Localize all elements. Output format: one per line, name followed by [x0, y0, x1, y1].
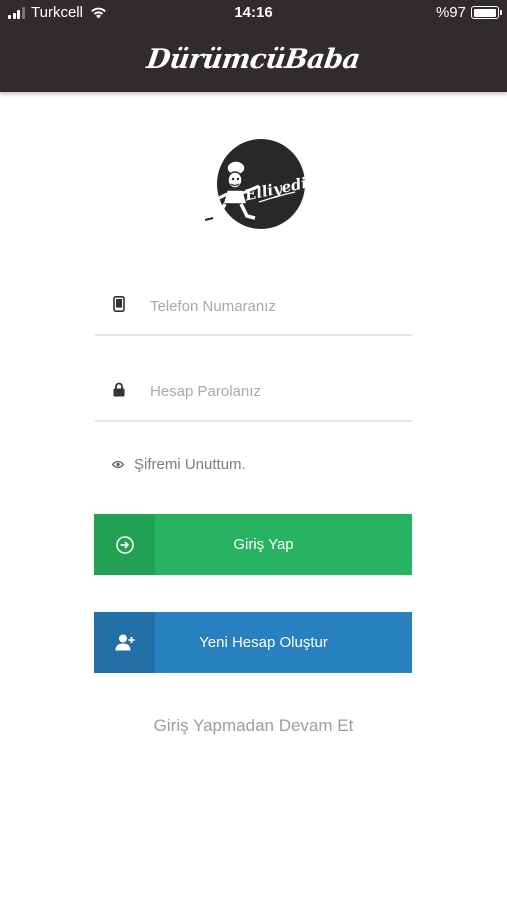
phone-underline [95, 334, 412, 336]
nav-bar: DürümcüBaba [0, 26, 507, 92]
status-bar: Turkcell 14:16 %97 [0, 0, 507, 26]
status-time: 14:16 [234, 4, 273, 21]
status-right: %97 [435, 4, 502, 21]
register-button-label: Yeni Hesap Oluştur [199, 634, 328, 651]
login-icon-box [94, 514, 155, 575]
brand-title: DürümcüBaba [144, 43, 363, 75]
forgot-password-link[interactable]: Şifremi Unuttum. [112, 456, 246, 473]
battery-percent: %97 [435, 4, 466, 21]
battery-icon [471, 6, 502, 19]
password-underline [95, 420, 412, 422]
add-user-icon [115, 634, 134, 651]
register-icon-box [94, 612, 155, 673]
phone-input[interactable] [150, 294, 400, 318]
lock-icon [113, 382, 125, 397]
eye-icon [112, 460, 124, 469]
phone-icon [113, 296, 125, 312]
login-button-label: Giriş Yap [233, 536, 294, 553]
continue-as-guest-link[interactable]: Giriş Yapmadan Devam Et [0, 716, 507, 736]
battery-fill [473, 8, 496, 17]
register-button[interactable]: Yeni Hesap Oluştur [94, 612, 412, 673]
forgot-password-label: Şifremi Unuttum. [134, 456, 246, 473]
password-input[interactable] [150, 379, 400, 403]
brand-logo: Elliyedi [204, 139, 307, 229]
login-button[interactable]: Giriş Yap [94, 514, 412, 575]
sign-in-icon [115, 535, 134, 554]
